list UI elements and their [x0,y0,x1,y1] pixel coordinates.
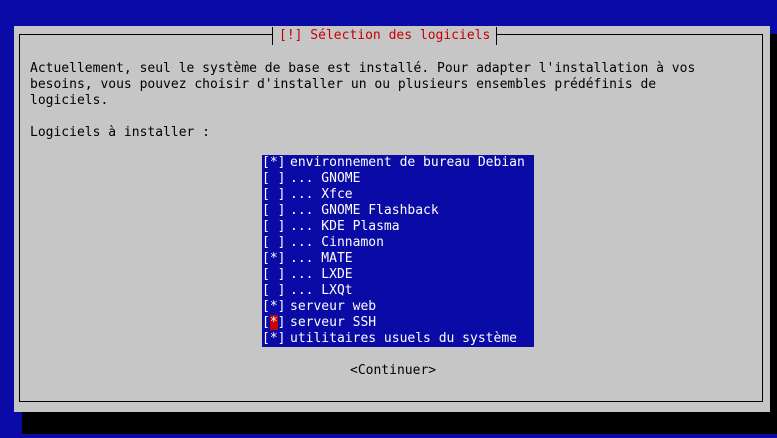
software-option-label: ... Xfce [290,187,353,202]
software-option-label: ... LXQt [290,283,353,298]
checkbox-empty-mark [270,219,278,234]
continue-button[interactable]: <Continuer> [350,363,436,379]
checkbox-empty-mark [270,267,278,282]
intro-text: besoins, vous pouvez choisir d'installer… [30,77,657,92]
intro-text: logiciels. [30,93,109,108]
checkbox[interactable]: [ ] [262,235,285,251]
software-option-label: ... GNOME [290,171,361,186]
checkbox[interactable]: [*] [262,315,285,331]
software-option[interactable]: [*] serveur web [262,299,534,315]
software-option[interactable]: [*] serveur SSH [262,315,534,331]
software-option-label: serveur SSH [290,315,377,330]
checkbox[interactable]: [ ] [262,283,285,299]
checkbox-empty-mark [270,171,278,186]
software-option[interactable]: [ ] ... LXDE [262,267,534,283]
checkbox[interactable]: [ ] [262,203,285,219]
software-option-label: ... MATE [290,251,353,266]
software-option[interactable]: [ ] ... Xfce [262,187,534,203]
checkbox-checked-mark: * [269,299,278,314]
software-option-label: ... LXDE [290,267,353,282]
checkbox-empty-mark [270,235,278,250]
software-option[interactable]: [ ] ... LXQt [262,283,534,299]
checkbox-checked-mark: * [269,251,278,266]
software-option[interactable]: [ ] ... GNOME [262,171,534,187]
checkbox[interactable]: [ ] [262,219,285,235]
intro-text: Actuellement, seul le système de base es… [30,61,696,76]
checkbox[interactable]: [*] [262,251,285,267]
dialog-title-box: [!] Sélection des logiciels [272,27,498,45]
software-option[interactable]: [*] ... MATE [262,251,534,267]
checkbox-checked-mark: * [269,155,278,170]
software-prompt-label: Logiciels à installer : [30,125,211,140]
checkbox[interactable]: [ ] [262,187,285,203]
checkbox[interactable]: [*] [262,155,285,171]
checkbox-empty-mark [270,187,278,202]
software-option[interactable]: [*] environnement de bureau Debian [262,155,534,171]
checkbox-empty-mark [270,283,278,298]
software-option[interactable]: [ ] ... KDE Plasma [262,219,534,235]
software-option[interactable]: [ ] ... Cinnamon [262,235,534,251]
software-selection-dialog: [!] Sélection des logiciels Actuellement… [14,26,770,412]
software-option[interactable]: [*] utilitaires usuels du système [262,331,534,347]
checkbox-checked-mark: * [269,315,278,330]
installer-screen: [!] Sélection des logiciels Actuellement… [0,0,777,438]
software-option-label: environnement de bureau Debian [290,155,525,170]
checkbox-empty-mark [270,203,278,218]
software-option-label: ... GNOME Flashback [290,203,439,218]
software-option[interactable]: [ ] ... GNOME Flashback [262,203,534,219]
software-option-label: serveur web [290,299,377,314]
dialog-title: [!] Sélection des logiciels [279,28,491,43]
checkbox[interactable]: [*] [262,331,285,347]
checkbox[interactable]: [ ] [262,267,285,283]
dialog-shadow [770,34,777,434]
checkbox[interactable]: [ ] [262,171,285,187]
checkbox[interactable]: [*] [262,299,285,315]
software-option-label: utilitaires usuels du système [290,331,517,346]
dialog-shadow [22,412,777,434]
checkbox-checked-mark: * [269,331,278,346]
software-checklist[interactable]: [*] environnement de bureau Debian [ ] ... … [262,155,534,347]
software-option-label: ... Cinnamon [290,235,384,250]
software-option-label: ... KDE Plasma [290,219,400,234]
